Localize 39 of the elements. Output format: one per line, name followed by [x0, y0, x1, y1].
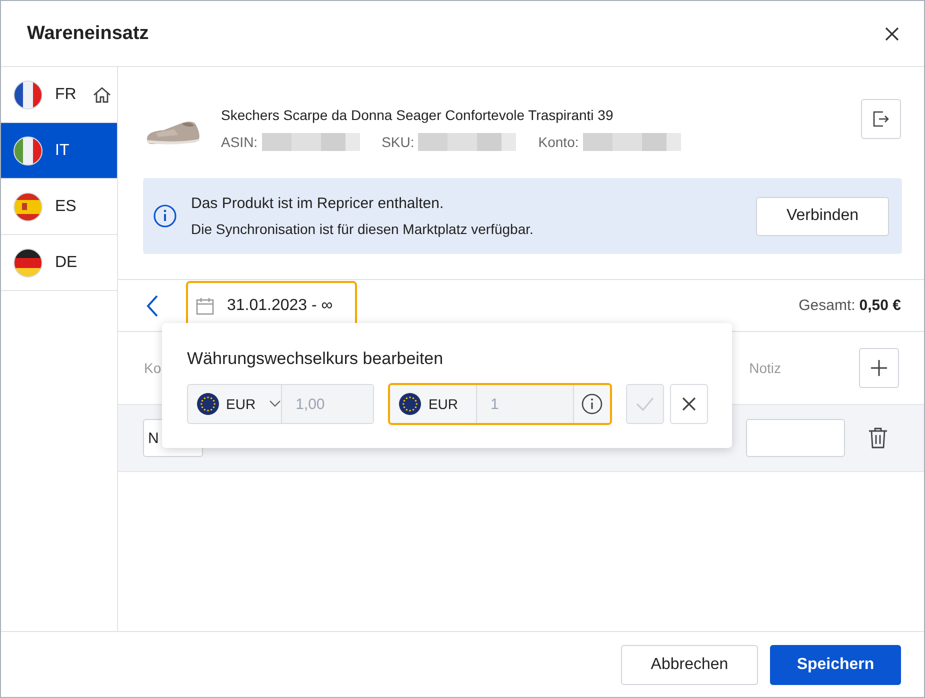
back-icon[interactable]	[146, 294, 160, 318]
total-value: 0,50 €	[859, 297, 901, 314]
notice-text: Die Synchronisation ist für diesen Marktplatz verfügbar.	[191, 221, 534, 237]
currency-select[interactable]: EUR	[188, 385, 282, 423]
flag-icon	[197, 393, 219, 415]
export-icon[interactable]	[861, 99, 901, 139]
calendar-icon	[195, 296, 215, 316]
cancel-icon[interactable]	[670, 384, 708, 424]
field-label: Konto:	[538, 134, 579, 150]
rate-input[interactable]: 1	[476, 385, 572, 423]
field-label: SKU:	[382, 134, 414, 150]
flag-icon	[13, 80, 43, 110]
popup-title: Währungswechselkurs bearbeiten	[187, 349, 444, 369]
add-icon[interactable]	[859, 348, 899, 388]
marketplace-tab[interactable]: DE	[1, 235, 117, 291]
cancel-button[interactable]: Abbrechen	[621, 644, 758, 684]
save-button[interactable]: Speichern	[770, 644, 901, 684]
chevron-down-icon	[268, 400, 281, 408]
trash-icon[interactable]	[868, 427, 888, 449]
column-header: Notiz	[749, 360, 781, 376]
close-icon[interactable]	[884, 26, 900, 42]
input-field[interactable]	[746, 419, 845, 457]
marketplace-tab[interactable]: ES	[1, 179, 117, 235]
currency-select[interactable]: EUR	[390, 385, 476, 423]
product-title: Skechers Scarpe da Donna Seager Confortevole Traspiranti 39	[221, 107, 614, 123]
connect-button[interactable]: Verbinden	[756, 196, 889, 236]
notice-text: Das Produkt ist im Repricer enthalten.	[191, 195, 445, 212]
column-header: Ko	[144, 360, 162, 376]
field-label: ASIN:	[221, 134, 258, 150]
total-label: Gesamt:	[798, 297, 856, 314]
window-title: Wareneinsatz	[27, 22, 149, 44]
flag-icon	[399, 393, 422, 415]
flag-icon	[13, 136, 43, 166]
info-icon	[153, 204, 177, 228]
rate-input[interactable]: 1,00	[282, 385, 374, 423]
flag-icon	[13, 192, 43, 222]
flag-icon	[13, 248, 43, 278]
marketplace-tab[interactable]: IT	[1, 123, 117, 179]
info-icon[interactable]	[572, 385, 610, 423]
